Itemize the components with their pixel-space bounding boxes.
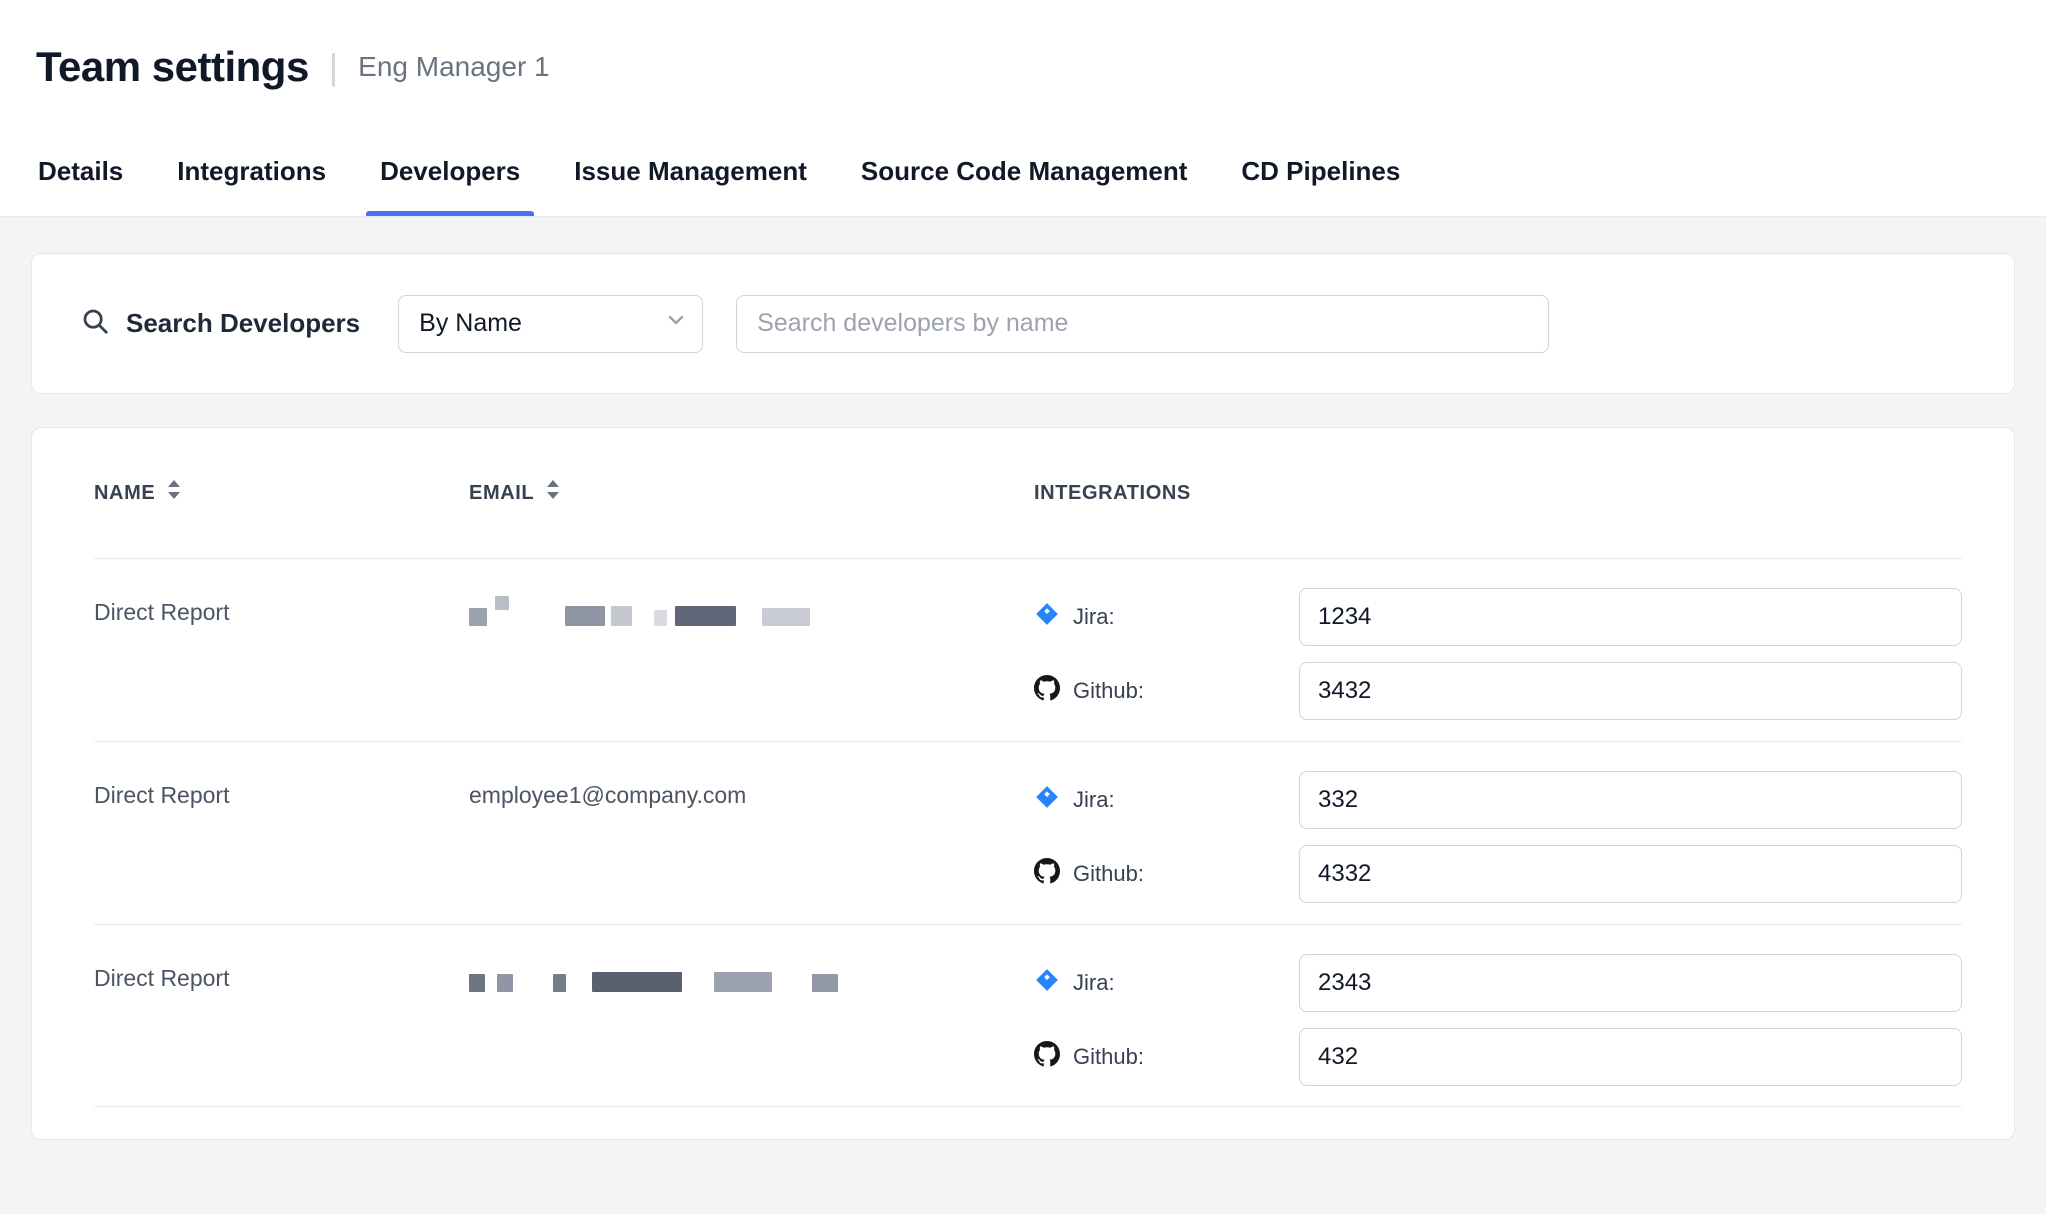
search-card: Search Developers By Name	[31, 253, 2015, 394]
github-label: Github:	[1073, 1044, 1144, 1070]
sort-icon[interactable]	[167, 479, 181, 507]
sort-icon[interactable]	[546, 479, 560, 507]
jira-badge: Jira:	[1034, 784, 1299, 816]
table-header-row: NAME EMAIL INTEGRATIONS	[94, 428, 1962, 558]
search-label: Search Developers	[126, 308, 360, 339]
github-icon	[1034, 675, 1060, 707]
redacted-email	[469, 602, 1004, 626]
column-header-name[interactable]: NAME	[94, 479, 469, 507]
jira-icon	[1034, 967, 1060, 999]
github-id-input[interactable]	[1299, 662, 1962, 720]
github-badge: Github:	[1034, 675, 1299, 707]
jira-icon	[1034, 784, 1060, 816]
table-row: Direct Report employee1@company.com Jira…	[94, 741, 1962, 924]
jira-label: Jira:	[1073, 604, 1115, 630]
developer-name: Direct Report	[94, 742, 469, 924]
jira-row: Jira:	[1034, 588, 1962, 646]
integrations-cell: Jira: Github:	[1034, 925, 1962, 1106]
github-row: Github:	[1034, 662, 1962, 720]
developers-table-card: NAME EMAIL INTEGRATIONS	[31, 427, 2015, 1140]
developer-email	[469, 925, 1034, 1106]
team-name: Eng Manager 1	[358, 51, 549, 83]
jira-label: Jira:	[1073, 787, 1115, 813]
github-row: Github:	[1034, 845, 1962, 903]
search-icon	[80, 306, 110, 341]
github-label: Github:	[1073, 861, 1144, 887]
github-row: Github:	[1034, 1028, 1962, 1086]
integrations-cell: Jira: Github:	[1034, 742, 1962, 924]
tab-source-code-management[interactable]: Source Code Management	[859, 127, 1190, 216]
tab-integrations[interactable]: Integrations	[175, 127, 328, 216]
column-header-name-label: NAME	[94, 482, 155, 505]
jira-row: Jira:	[1034, 771, 1962, 829]
developer-email	[469, 559, 1034, 741]
search-input[interactable]	[736, 295, 1549, 353]
redacted-email	[469, 968, 1004, 992]
github-badge: Github:	[1034, 858, 1299, 890]
column-header-integrations: INTEGRATIONS	[1034, 482, 1962, 505]
github-id-input[interactable]	[1299, 845, 1962, 903]
page-title: Team settings	[36, 43, 309, 91]
tab-details[interactable]: Details	[36, 127, 125, 216]
settings-tabs: Details Integrations Developers Issue Ma…	[0, 127, 2046, 217]
developer-email: employee1@company.com	[469, 742, 1034, 924]
developer-name: Direct Report	[94, 559, 469, 741]
jira-badge: Jira:	[1034, 601, 1299, 633]
title-divider: |	[329, 46, 338, 88]
table-row: Direct Report	[94, 558, 1962, 741]
chevron-down-icon	[664, 308, 688, 339]
integrations-cell: Jira: Github:	[1034, 559, 1962, 741]
jira-badge: Jira:	[1034, 967, 1299, 999]
tab-issue-management[interactable]: Issue Management	[572, 127, 809, 216]
tab-developers[interactable]: Developers	[378, 127, 522, 216]
jira-label: Jira:	[1073, 970, 1115, 996]
column-header-email[interactable]: EMAIL	[469, 479, 1034, 507]
jira-id-input[interactable]	[1299, 954, 1962, 1012]
page-header: Team settings | Eng Manager 1	[0, 0, 2046, 127]
github-icon	[1034, 1041, 1060, 1073]
github-badge: Github:	[1034, 1041, 1299, 1073]
github-icon	[1034, 858, 1060, 890]
filter-selected-value: By Name	[419, 309, 522, 338]
github-id-input[interactable]	[1299, 1028, 1962, 1086]
search-filter-select[interactable]: By Name	[398, 295, 703, 353]
table-row: Direct Report	[94, 924, 1962, 1107]
column-header-integrations-label: INTEGRATIONS	[1034, 482, 1191, 505]
github-label: Github:	[1073, 678, 1144, 704]
jira-row: Jira:	[1034, 954, 1962, 1012]
jira-id-input[interactable]	[1299, 771, 1962, 829]
jira-icon	[1034, 601, 1060, 633]
content-area: Search Developers By Name NAME	[0, 217, 2046, 1214]
tab-cd-pipelines[interactable]: CD Pipelines	[1239, 127, 1402, 216]
developer-name: Direct Report	[94, 925, 469, 1106]
jira-id-input[interactable]	[1299, 588, 1962, 646]
column-header-email-label: EMAIL	[469, 482, 534, 505]
